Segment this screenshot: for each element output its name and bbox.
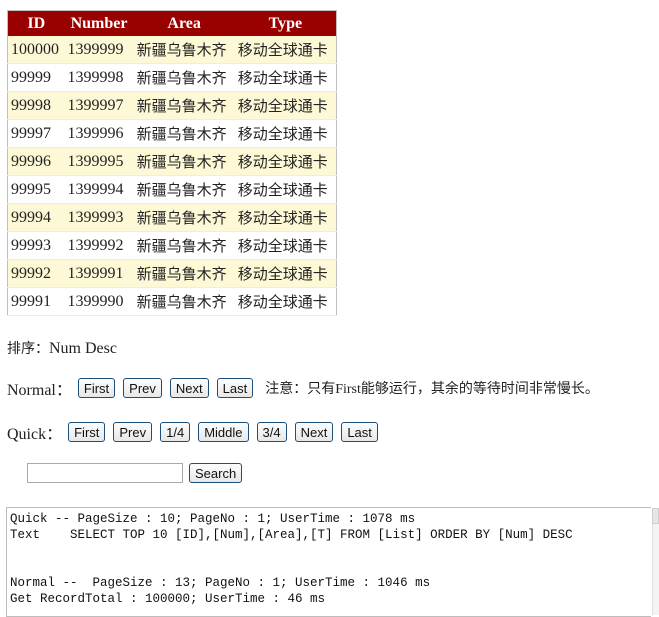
cell-number: 1399990: [64, 287, 134, 316]
table-row: 99994 1399993 新疆乌鲁木齐 移动全球通卡: [7, 203, 337, 232]
note-en: First: [335, 382, 361, 397]
cell-number: 1399995: [64, 147, 134, 176]
cell-area: 新疆乌鲁木齐: [133, 175, 235, 204]
table-row: 99991 1399990 新疆乌鲁木齐 移动全球通卡: [7, 287, 337, 316]
search-bar: Search: [27, 463, 250, 483]
table-row: 99999 1399998 新疆乌鲁木齐 移动全球通卡: [7, 63, 337, 92]
cell-id: 99996: [7, 147, 65, 176]
cell-number: 1399994: [64, 175, 134, 204]
cell-type: 移动全球通卡: [234, 63, 337, 92]
normal-next-button[interactable]: Next: [169, 378, 209, 398]
table-row: 99992 1399991 新疆乌鲁木齐 移动全球通卡: [7, 259, 337, 288]
cell-type: 移动全球通卡: [234, 259, 337, 288]
sort-info: 排序：Num Desc: [7, 338, 117, 358]
normal-prev-button[interactable]: Prev: [123, 378, 162, 398]
cell-area: 新疆乌鲁木齐: [133, 259, 235, 288]
cell-type: 移动全球通卡: [234, 91, 337, 120]
cell-area: 新疆乌鲁木齐: [133, 119, 235, 148]
quick-first-button[interactable]: First: [68, 422, 106, 442]
normal-pager: Normal： First Prev Next Last 注意：只有First能…: [7, 376, 599, 400]
quick-prev-button[interactable]: Prev: [113, 422, 153, 442]
table-row: 99996 1399995 新疆乌鲁木齐 移动全球通卡: [7, 147, 337, 176]
cell-type: 移动全球通卡: [234, 287, 337, 316]
normal-first-button[interactable]: First: [77, 378, 116, 398]
cell-type: 移动全球通卡: [234, 203, 337, 232]
cell-number: 1399999: [64, 36, 134, 64]
cell-id: 99994: [7, 203, 65, 232]
cell-id: 100000: [7, 36, 65, 64]
cell-area: 新疆乌鲁木齐: [133, 287, 235, 316]
table-row: 99998 1399997 新疆乌鲁木齐 移动全球通卡: [7, 91, 337, 120]
log-line: Quick -- PageSize : 10; PageNo : 1; User…: [10, 512, 416, 526]
note-suffix: 能够运行，其余的等待时间非常慢长。: [360, 381, 599, 397]
cell-id: 99993: [7, 231, 65, 260]
quick-quarter-button[interactable]: 1/4: [160, 422, 191, 442]
cell-type: 移动全球通卡: [234, 231, 337, 260]
cell-id: 99998: [7, 91, 65, 120]
cell-area: 新疆乌鲁木齐: [133, 203, 235, 232]
cell-id: 99992: [7, 259, 65, 288]
log-line: Get RecordTotal : 100000; UserTime : 46 …: [10, 592, 326, 606]
records-table: ID Number Area Type 100000 1399999 新疆乌鲁木齐移…: [7, 10, 337, 316]
cell-number: 1399993: [64, 203, 134, 232]
note-prefix: 注意：只有: [265, 381, 336, 397]
column-header-type: Type: [234, 10, 337, 36]
table-row: 99997 1399996 新疆乌鲁木齐 移动全球通卡: [7, 119, 337, 148]
search-input[interactable]: [27, 463, 183, 483]
cell-number: 1399992: [64, 231, 134, 260]
log-scrollbar[interactable]: [652, 508, 659, 615]
quick-next-button[interactable]: Next: [294, 422, 334, 442]
normal-pager-label: Normal：: [7, 382, 72, 399]
cell-area: 新疆乌鲁木齐: [133, 231, 235, 260]
cell-area: 新疆乌鲁木齐: [133, 36, 235, 64]
quick-middle-button[interactable]: Middle: [198, 422, 249, 442]
cell-number: 1399997: [64, 91, 134, 120]
cell-number: 1399991: [64, 259, 134, 288]
search-button[interactable]: Search: [189, 463, 243, 483]
cell-area: 新疆乌鲁木齐: [133, 91, 235, 120]
cell-area: 新疆乌鲁木齐: [133, 63, 235, 92]
quick-pager: Quick： First Prev 1/4 Middle 3/4 Next La…: [7, 420, 386, 444]
scroll-up-arrow-icon[interactable]: [652, 508, 659, 524]
cell-type: 移动全球通卡: [234, 147, 337, 176]
cell-id: 99999: [7, 63, 65, 92]
column-header-number: Number: [64, 10, 134, 36]
log-line: Normal -- PageSize : 13; PageNo : 1; Use…: [10, 576, 431, 590]
cell-area: 新疆乌鲁木齐: [133, 147, 235, 176]
log-line: Text SELECT TOP 10 [ID],[Num],[Area],[T]…: [10, 528, 573, 542]
cell-id: 99997: [7, 119, 65, 148]
column-header-area: Area: [133, 10, 235, 36]
quick-last-button[interactable]: Last: [341, 422, 378, 442]
sort-value: Num Desc: [49, 340, 117, 357]
cell-id: 99991: [7, 287, 65, 316]
quick-three-quarter-button[interactable]: 3/4: [256, 422, 287, 442]
query-log[interactable]: Quick -- PageSize : 10; PageNo : 1; User…: [6, 507, 651, 617]
cell-number: 1399998: [64, 63, 134, 92]
cell-id: 99995: [7, 175, 65, 204]
normal-pager-note: 注意：只有First能够运行，其余的等待时间非常慢长。: [265, 378, 599, 398]
table-row: 99995 1399994 新疆乌鲁木齐 移动全球通卡: [7, 175, 337, 204]
cell-number: 1399996: [64, 119, 134, 148]
column-header-id: ID: [7, 10, 65, 36]
table-header-row: ID Number Area Type: [7, 10, 337, 36]
quick-pager-label: Quick：: [7, 426, 63, 443]
table-row: 99993 1399992 新疆乌鲁木齐 移动全球通卡: [7, 231, 337, 260]
sort-label: 排序：: [7, 341, 49, 357]
cell-type: 移动全球通卡: [234, 175, 337, 204]
cell-type: 移动全球通卡: [234, 36, 337, 64]
normal-last-button[interactable]: Last: [216, 378, 254, 398]
table-row: 100000 1399999 新疆乌鲁木齐 移动全球通卡: [7, 36, 337, 64]
cell-type: 移动全球通卡: [234, 119, 337, 148]
